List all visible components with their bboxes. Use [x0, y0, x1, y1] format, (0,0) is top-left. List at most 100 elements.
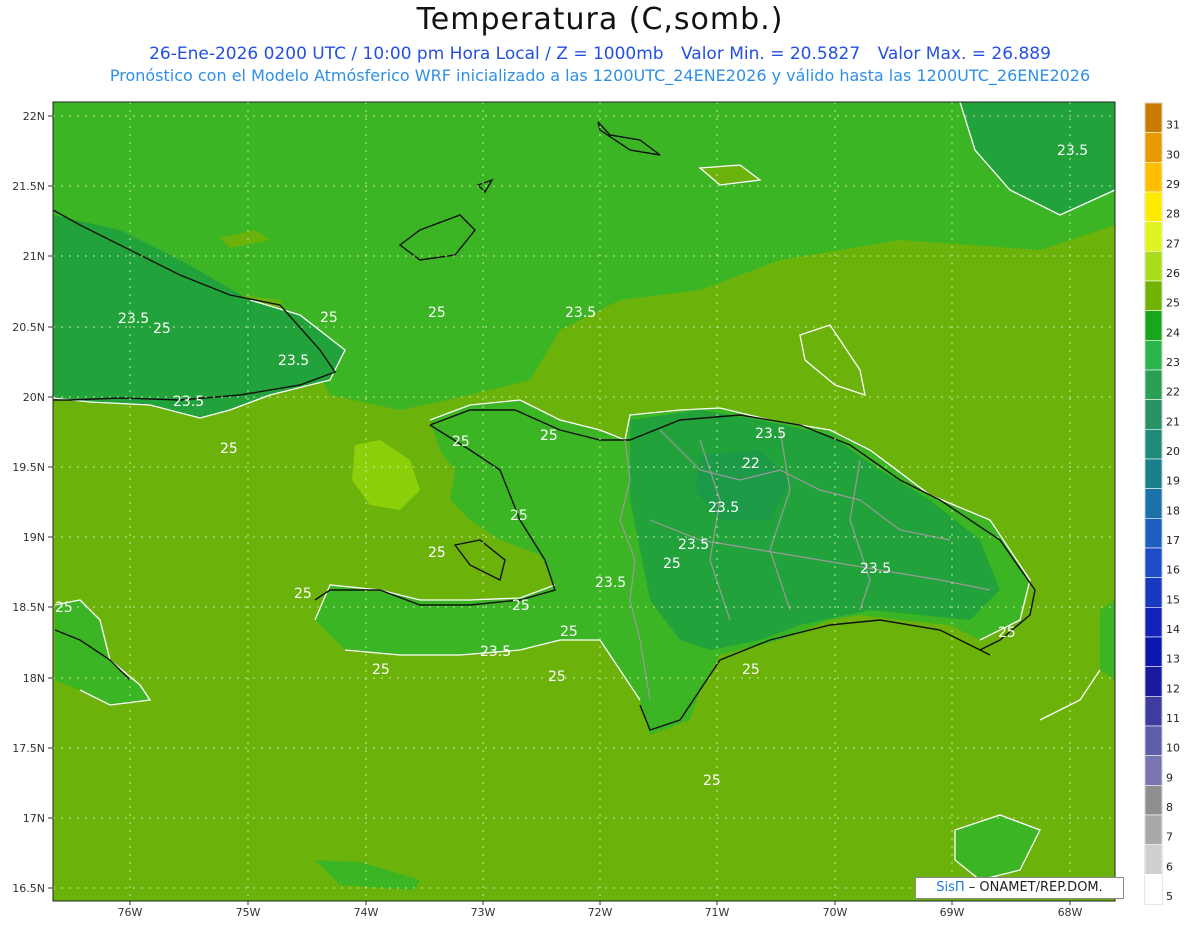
lat-label: 19.5N [12, 461, 45, 474]
temperature-map: 23.523.52525 2523.523.52523.525 252223.523… [12, 101, 1180, 919]
lat-label: 21N [23, 250, 45, 263]
contour-label: 23.5 [755, 426, 786, 442]
contour-label: 25 [153, 321, 171, 337]
contour-label: 23.5 [565, 305, 596, 321]
colorbar-tick-label: 21 [1166, 415, 1180, 428]
colorbar-tick-label: 18 [1166, 504, 1180, 517]
contour-label: 23.5 [278, 353, 309, 369]
lon-label: 71W [705, 906, 730, 919]
colorbar-swatch [1144, 280, 1163, 311]
lon-label: 73W [471, 906, 496, 919]
colorbar-tick-label: 10 [1166, 742, 1180, 755]
lat-label: 22N [23, 110, 45, 123]
lat-label: 21.5N [12, 180, 45, 193]
colorbar-swatch [1144, 874, 1163, 905]
puerto-rico-land [1100, 600, 1115, 680]
contour-label: 23.5 [118, 311, 149, 327]
lon-label: 68W [1058, 906, 1083, 919]
lat-label: 18.5N [12, 601, 45, 614]
colorbar-swatch [1144, 666, 1163, 697]
colorbar-swatch [1144, 785, 1163, 816]
contour-label: 25 [510, 508, 528, 524]
contour-label: 25 [540, 428, 558, 444]
credit-box: SisΠ – ONAMET/REP.DOM. [915, 877, 1124, 899]
contour-label: 23.5 [480, 644, 511, 660]
colorbar-swatch [1144, 221, 1163, 252]
colorbar-tick-label: 20 [1166, 445, 1180, 458]
colorbar-swatch [1144, 488, 1163, 519]
contour-label: 23.5 [1057, 143, 1088, 159]
contour-label: 25 [294, 586, 312, 602]
colorbar-tick-label: 9 [1166, 771, 1173, 784]
colorbar-swatch [1144, 369, 1163, 400]
colorbar-swatch [1144, 814, 1163, 845]
colorbar-swatch [1144, 547, 1163, 578]
colorbar-tick-label: 19 [1166, 475, 1180, 488]
colorbar-tick-label: 26 [1166, 267, 1180, 280]
colorbar-tick-label: 7 [1166, 831, 1173, 844]
lon-label: 70W [823, 906, 848, 919]
colorbar-swatch [1144, 755, 1163, 786]
contour-label: 25 [548, 669, 566, 685]
colorbar-tick-label: 15 [1166, 593, 1180, 606]
credit-brand: SisΠ [936, 880, 965, 895]
colorbar-swatch [1144, 458, 1163, 489]
contour-label: 25 [663, 556, 681, 572]
colorbar-tick-label: 30 [1166, 148, 1180, 161]
contour-label: 23.5 [708, 500, 739, 516]
longitude-labels: 76W 75W 74W 73W 72W 71W 70W 69W 68W [118, 901, 1083, 919]
lat-label: 16.5N [12, 882, 45, 895]
colorbar-swatch [1144, 636, 1163, 667]
colorbar-tick-label: 11 [1166, 712, 1180, 725]
colorbar-tick-label: 28 [1166, 208, 1180, 221]
contour-label: 25 [320, 310, 338, 326]
colorbar-swatch [1144, 191, 1163, 222]
contour-label: 25 [55, 600, 73, 616]
colorbar-tick-label: 31 [1166, 119, 1180, 132]
lat-label: 18N [23, 672, 45, 685]
contour-label: 23.5 [595, 575, 626, 591]
colorbar-swatch [1144, 696, 1163, 727]
contour-label: 23.5 [860, 561, 891, 577]
colorbar-tick-label: 12 [1166, 682, 1180, 695]
colorbar-tick-label: 24 [1166, 326, 1180, 339]
colorbar-tick-label: 16 [1166, 564, 1180, 577]
contour-label: 25 [998, 625, 1016, 641]
colorbar-tick-label: 13 [1166, 653, 1180, 666]
lat-label: 19N [23, 531, 45, 544]
colorbar-swatch [1144, 102, 1163, 133]
colorbar-swatch [1144, 310, 1163, 341]
lon-label: 69W [940, 906, 965, 919]
lat-label: 20.5N [12, 321, 45, 334]
contour-label: 25 [512, 598, 530, 614]
map-fields [53, 102, 1115, 901]
lon-label: 72W [588, 906, 613, 919]
contour-label: 25 [220, 441, 238, 457]
colorbar-swatch [1144, 577, 1163, 608]
colorbar-tick-label: 25 [1166, 297, 1180, 310]
colorbar-tick-label: 8 [1166, 801, 1173, 814]
lon-label: 76W [118, 906, 143, 919]
credit-org: – ONAMET/REP.DOM. [964, 880, 1103, 895]
contour-label: 25 [560, 624, 578, 640]
colorbar-swatch [1144, 429, 1163, 460]
colorbar-swatch [1144, 518, 1163, 549]
lat-label: 17.5N [12, 742, 45, 755]
lat-label: 20N [23, 391, 45, 404]
colorbar-tick-label: 17 [1166, 534, 1180, 547]
colorbar-tick-label: 27 [1166, 237, 1180, 250]
colorbar-swatch [1144, 725, 1163, 756]
colorbar-swatch [1144, 399, 1163, 430]
colorbar-swatch [1144, 844, 1163, 875]
contour-label: 25 [372, 662, 390, 678]
lat-label: 17N [23, 812, 45, 825]
colorbar-swatch [1144, 340, 1163, 371]
colorbar-tick-label: 14 [1166, 623, 1180, 636]
contour-label: 25 [742, 662, 760, 678]
colorbar-tick-label: 29 [1166, 178, 1180, 191]
colorbar-swatch [1144, 251, 1163, 282]
colorbar-swatch [1144, 607, 1163, 638]
colorbar-swatch [1144, 132, 1163, 163]
contour-label: 23.5 [173, 394, 204, 410]
contour-label: 25 [703, 773, 721, 789]
